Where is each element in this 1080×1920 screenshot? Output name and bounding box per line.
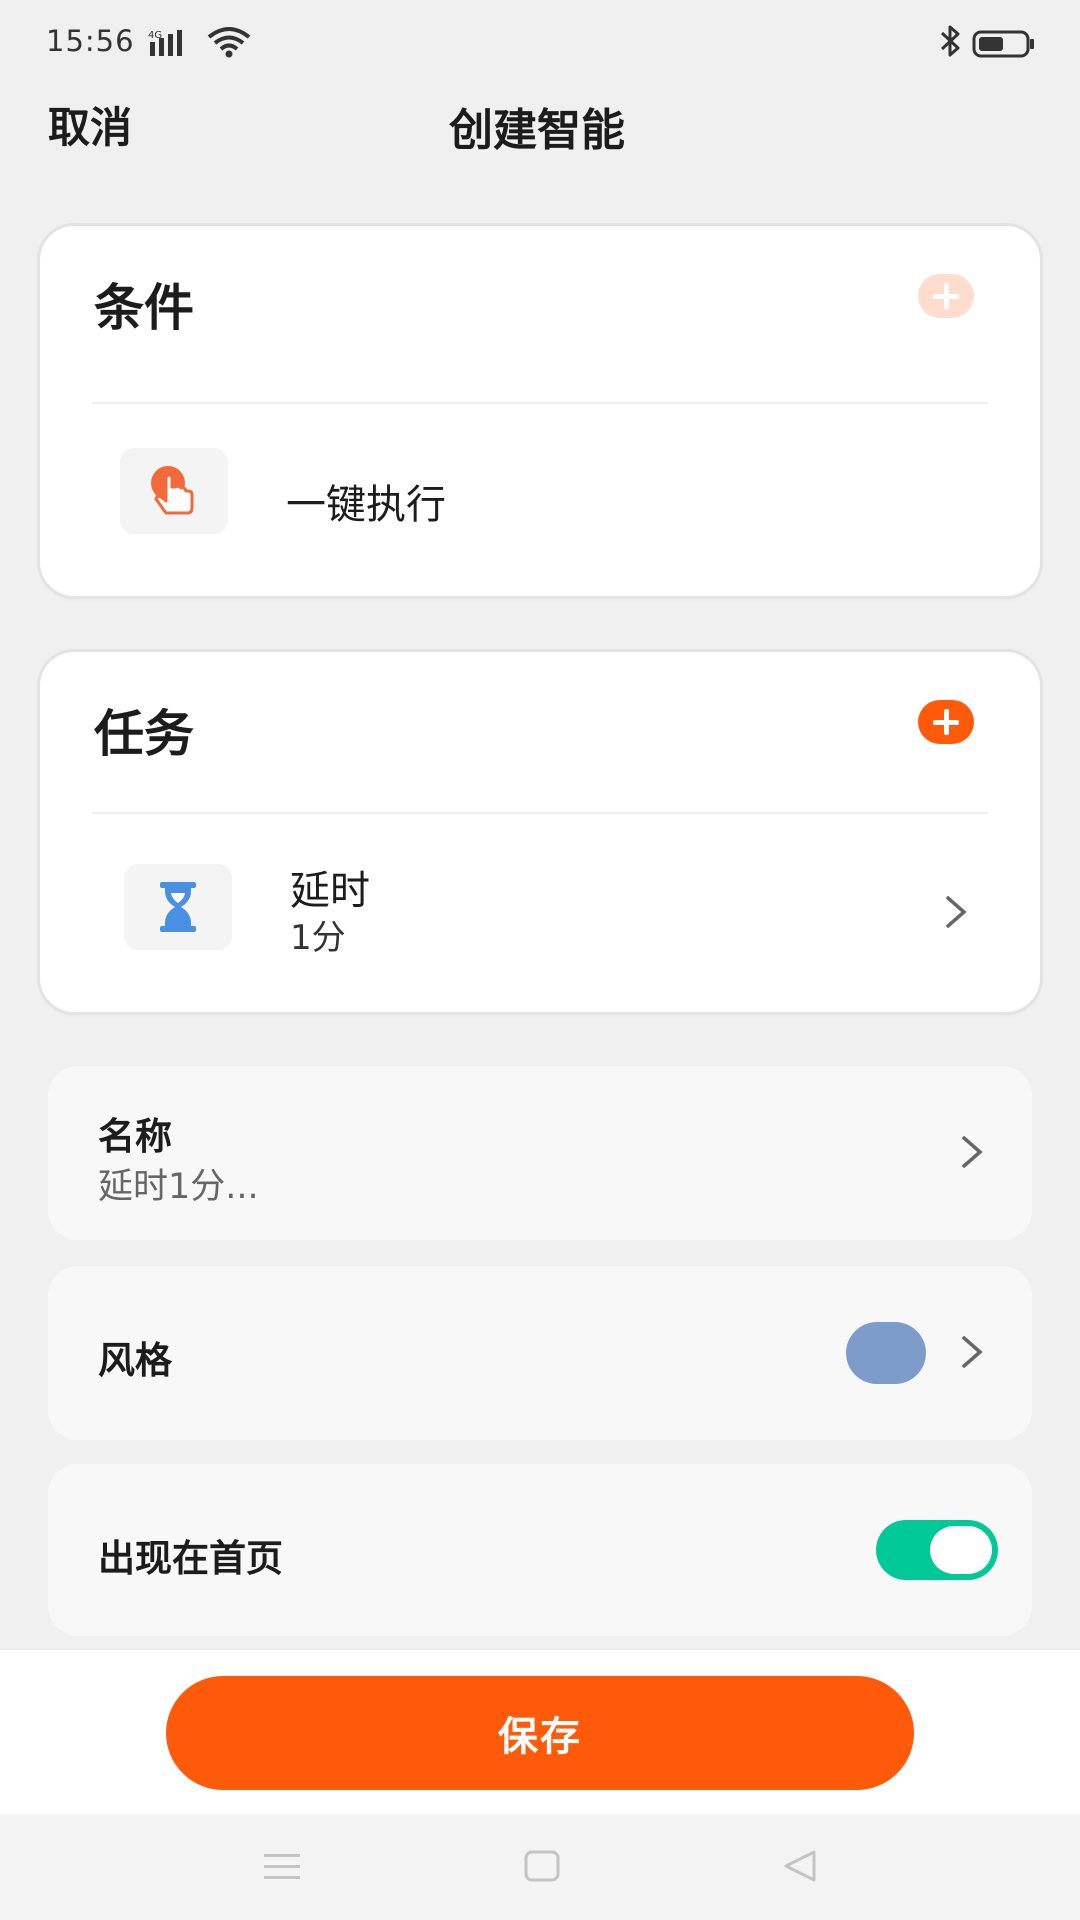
show-on-home-toggle[interactable] bbox=[876, 1520, 998, 1580]
task-value: 1分 bbox=[290, 918, 346, 958]
system-nav-bar bbox=[0, 1814, 1080, 1920]
add-condition-button[interactable] bbox=[918, 274, 974, 318]
task-item-delay[interactable]: 延时 1分 bbox=[40, 830, 1040, 992]
tasks-title: 任务 bbox=[94, 705, 194, 763]
divider bbox=[92, 402, 988, 404]
tap-hand-icon bbox=[120, 448, 228, 534]
back-icon[interactable] bbox=[780, 1846, 820, 1890]
bottom-action-bar: 保存 bbox=[0, 1648, 1080, 1814]
cancel-button[interactable]: 取消 bbox=[48, 94, 132, 155]
conditions-title: 条件 bbox=[94, 279, 194, 337]
style-color-swatch bbox=[846, 1322, 926, 1384]
name-value: 延时1分... bbox=[98, 1167, 259, 1207]
name-label: 名称 bbox=[98, 1115, 172, 1158]
hourglass-icon bbox=[124, 864, 232, 950]
wifi-icon bbox=[206, 26, 252, 62]
add-task-button[interactable] bbox=[918, 700, 974, 744]
name-setting-row[interactable]: 名称 延时1分... bbox=[48, 1066, 1032, 1240]
home-icon[interactable] bbox=[522, 1846, 562, 1890]
style-label: 风格 bbox=[98, 1339, 172, 1382]
condition-label: 一键执行 bbox=[286, 482, 446, 528]
show-on-home-label: 出现在首页 bbox=[98, 1537, 283, 1580]
toggle-knob bbox=[930, 1526, 992, 1574]
bluetooth-icon bbox=[938, 24, 964, 62]
conditions-card: 条件 一键执行 bbox=[40, 226, 1040, 596]
save-button[interactable]: 保存 bbox=[166, 1676, 914, 1790]
task-label: 延时 bbox=[290, 868, 370, 914]
chevron-right-icon bbox=[942, 894, 970, 934]
status-time: 15:56 bbox=[46, 24, 135, 58]
chevron-right-icon bbox=[958, 1334, 986, 1374]
status-bar: 15:56 4G bbox=[0, 0, 1080, 86]
style-setting-row[interactable]: 风格 bbox=[48, 1266, 1032, 1440]
menu-icon[interactable] bbox=[262, 1846, 302, 1890]
chevron-right-icon bbox=[958, 1134, 986, 1174]
divider bbox=[92, 812, 988, 814]
show-on-home-row: 出现在首页 bbox=[48, 1464, 1032, 1636]
tasks-card: 任务 延时 1分 bbox=[40, 652, 1040, 1012]
battery-icon bbox=[972, 30, 1036, 62]
page-title: 创建智能 bbox=[449, 105, 625, 156]
condition-item-one-tap[interactable]: 一键执行 bbox=[40, 426, 1040, 562]
signal-icon: 4G bbox=[148, 28, 194, 62]
